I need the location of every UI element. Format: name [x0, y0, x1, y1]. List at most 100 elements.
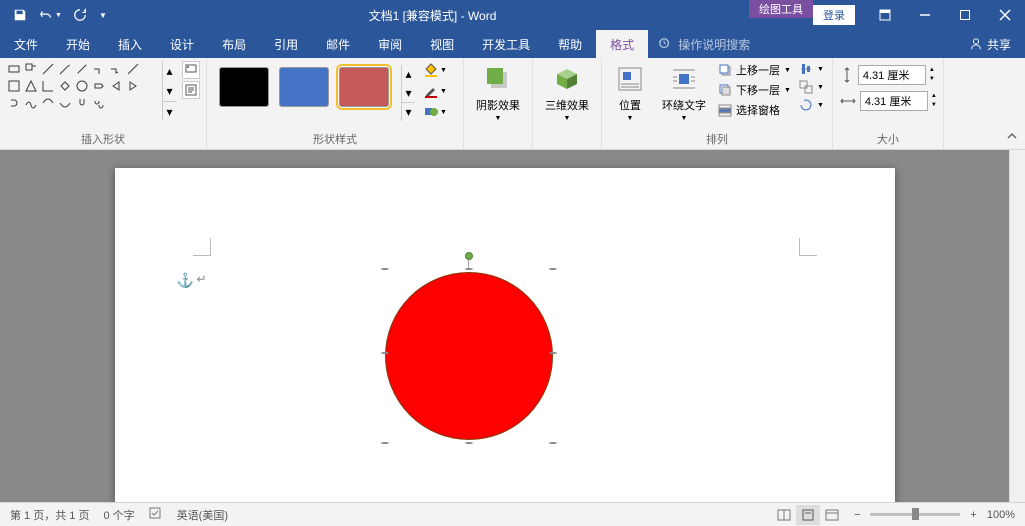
spell-check-icon[interactable] [149, 506, 163, 523]
tab-layout[interactable]: 布局 [208, 30, 260, 58]
shape-item[interactable] [74, 78, 90, 94]
shape-item[interactable] [125, 61, 141, 77]
page[interactable]: ⚓ ↵ [115, 168, 895, 502]
shape-item[interactable] [40, 78, 56, 94]
tab-view[interactable]: 视图 [416, 30, 468, 58]
circle-shape[interactable] [385, 272, 553, 440]
width-input[interactable]: 4.31 厘米 [860, 91, 928, 111]
zoom-thumb[interactable] [912, 508, 919, 520]
edit-shape-button[interactable] [182, 61, 200, 79]
login-button[interactable]: 登录 [813, 5, 855, 25]
height-input[interactable]: 4.31 厘米 [858, 65, 926, 85]
ribbon-options-button[interactable] [865, 0, 905, 30]
tell-me-search[interactable]: 操作说明搜索 [658, 30, 750, 58]
print-layout-button[interactable] [796, 505, 820, 525]
style-swatch-3[interactable] [339, 67, 389, 107]
shape-item[interactable] [40, 95, 56, 111]
shape-item[interactable] [23, 61, 39, 77]
zoom-level[interactable]: 100% [987, 509, 1015, 521]
tab-developer[interactable]: 开发工具 [468, 30, 544, 58]
shapes-gallery[interactable] [6, 61, 141, 111]
selected-shape[interactable] [385, 272, 553, 440]
tab-insert[interactable]: 插入 [104, 30, 156, 58]
resize-handle[interactable] [465, 442, 473, 444]
shape-item[interactable] [23, 95, 39, 111]
tab-references[interactable]: 引用 [260, 30, 312, 58]
tab-review[interactable]: 审阅 [364, 30, 416, 58]
shape-item[interactable] [91, 78, 107, 94]
shape-item[interactable] [125, 78, 141, 94]
send-backward-button[interactable]: 下移一层 ▼ [716, 81, 793, 99]
resize-handle[interactable] [465, 268, 473, 270]
gallery-up-button[interactable]: ▴ [163, 61, 176, 81]
shape-item[interactable] [57, 95, 73, 111]
tab-design[interactable]: 设计 [156, 30, 208, 58]
redo-button[interactable] [66, 2, 94, 28]
shape-item[interactable] [6, 61, 22, 77]
resize-handle[interactable] [549, 268, 557, 270]
shape-item[interactable] [57, 61, 73, 77]
save-button[interactable] [6, 2, 34, 28]
resize-handle[interactable] [549, 442, 557, 444]
shape-item[interactable] [91, 61, 107, 77]
style-swatch-1[interactable] [219, 67, 269, 107]
selection-pane-button[interactable]: 选择窗格 [716, 101, 793, 119]
width-down[interactable]: ▼ [931, 101, 937, 110]
shape-item[interactable] [108, 78, 124, 94]
shape-item[interactable] [6, 95, 22, 111]
web-layout-button[interactable] [820, 505, 844, 525]
group-button[interactable]: ▼ [797, 79, 826, 95]
height-down[interactable]: ▼ [929, 75, 935, 84]
gallery-down-button[interactable]: ▾ [402, 84, 415, 103]
shape-item[interactable] [40, 61, 56, 77]
shape-item[interactable] [23, 78, 39, 94]
zoom-in-button[interactable]: + [970, 509, 976, 521]
tab-mailings[interactable]: 邮件 [312, 30, 364, 58]
shape-item[interactable] [74, 61, 90, 77]
tab-home[interactable]: 开始 [52, 30, 104, 58]
height-up[interactable]: ▲ [929, 66, 935, 75]
rotation-handle[interactable] [465, 252, 473, 260]
shadow-effects-button[interactable]: 阴影效果▼ [470, 61, 526, 124]
zoom-slider[interactable] [870, 513, 960, 516]
tab-help[interactable]: 帮助 [544, 30, 596, 58]
position-button[interactable]: 位置▼ [608, 61, 652, 124]
align-button[interactable]: ▼ [797, 61, 826, 77]
text-box-button[interactable] [182, 81, 200, 99]
resize-handle[interactable] [381, 352, 389, 354]
gallery-more-button[interactable]: ▾ [402, 102, 415, 121]
gallery-more-button[interactable]: ▾ [163, 101, 176, 121]
shape-item[interactable] [108, 61, 124, 77]
collapse-ribbon-button[interactable] [1005, 129, 1019, 146]
qat-customize-button[interactable]: ▼ [96, 2, 110, 28]
shape-item[interactable] [57, 78, 73, 94]
close-button[interactable] [985, 0, 1025, 30]
tab-file[interactable]: 文件 [0, 30, 52, 58]
resize-handle[interactable] [381, 268, 389, 270]
gallery-down-button[interactable]: ▾ [163, 81, 176, 101]
maximize-button[interactable] [945, 0, 985, 30]
word-count[interactable]: 0 个字 [103, 507, 134, 523]
minimize-button[interactable] [905, 0, 945, 30]
bring-forward-button[interactable]: 上移一层 ▼ [716, 61, 793, 79]
style-swatch-2[interactable] [279, 67, 329, 107]
language-status[interactable]: 英语(美国) [177, 507, 228, 523]
vertical-scrollbar[interactable] [1009, 150, 1025, 502]
change-shape-button[interactable]: ▼ [423, 103, 457, 121]
shape-item[interactable] [74, 95, 90, 111]
page-status[interactable]: 第 1 页，共 1 页 [10, 507, 89, 523]
wrap-text-button[interactable]: 环绕文字▼ [656, 61, 712, 124]
resize-handle[interactable] [381, 442, 389, 444]
tab-format[interactable]: 格式 [596, 30, 648, 58]
rotate-button[interactable]: ▼ [797, 97, 826, 113]
undo-button[interactable]: ▼ [36, 2, 64, 28]
gallery-up-button[interactable]: ▴ [402, 65, 415, 84]
zoom-out-button[interactable]: − [854, 509, 860, 521]
3d-effects-button[interactable]: 三维效果▼ [539, 61, 595, 124]
shape-fill-button[interactable]: ▼ [423, 61, 457, 79]
shape-item[interactable] [6, 78, 22, 94]
read-mode-button[interactable] [772, 505, 796, 525]
width-up[interactable]: ▲ [931, 92, 937, 101]
share-button[interactable]: 共享 [955, 30, 1025, 58]
shape-item[interactable] [91, 95, 107, 111]
